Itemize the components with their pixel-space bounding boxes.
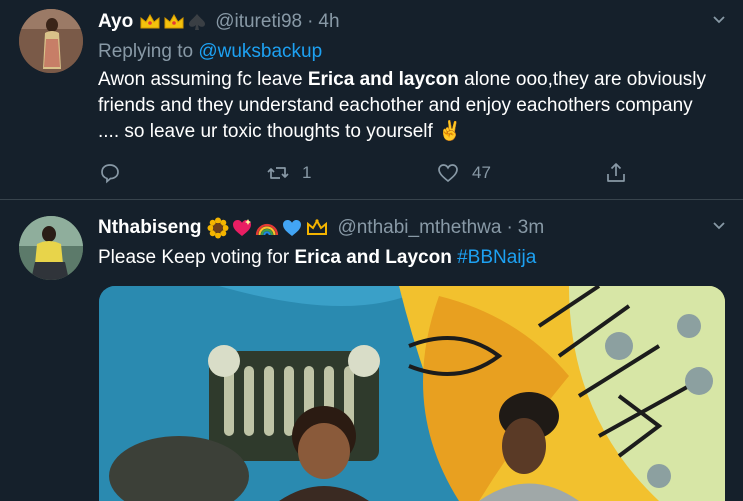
reply-button[interactable]: [98, 159, 122, 187]
chevron-down-icon[interactable]: [713, 14, 725, 26]
blue-heart-icon: [283, 220, 302, 236]
user-handle[interactable]: @itureti98: [215, 11, 302, 33]
sparkling-heart-icon: [233, 219, 252, 236]
crown-icon: [164, 13, 184, 29]
separator: ·: [506, 217, 513, 238]
crown-icon: [307, 218, 328, 235]
timestamp[interactable]: 3m: [518, 217, 544, 239]
replying-to: Replying to @wuksbackup: [98, 41, 322, 63]
avatar[interactable]: [19, 9, 83, 73]
user-handle[interactable]: @nthabi_mthethwa: [337, 217, 501, 239]
name-emoji: [139, 12, 207, 32]
tweet-text-part: Please Keep voting for: [98, 247, 295, 268]
chevron-down-icon[interactable]: [713, 220, 725, 232]
tweet[interactable]: Ayo @itureti98 · 4h Replying to @wuksbac…: [0, 0, 743, 200]
tweet[interactable]: Nthabiseng @nthabi_mthethwa · 3m Please …: [0, 200, 743, 501]
tweet-text-bold: Erica and Laycon: [294, 247, 452, 268]
avatar[interactable]: [19, 216, 83, 280]
retweet-icon: [267, 167, 289, 179]
spade-icon: [189, 14, 206, 30]
separator: ·: [307, 11, 314, 32]
tweet-text: Awon assuming fc leave Erica and laycon …: [98, 67, 718, 145]
tweet-text: Please Keep voting for Erica and Laycon …: [98, 245, 718, 271]
like-button[interactable]: 47: [436, 159, 491, 187]
mention-link[interactable]: @wuksbackup: [198, 41, 322, 62]
rainbow-icon: [256, 223, 279, 236]
tweet-header: Ayo @itureti98 · 4h: [98, 10, 340, 34]
sunflower-icon: [207, 217, 229, 239]
crown-icon: [140, 13, 160, 29]
tweet-text-part: Awon assuming fc leave: [98, 69, 308, 90]
like-count: 47: [472, 163, 491, 182]
retweet-count: 1: [302, 163, 312, 182]
share-button[interactable]: [604, 159, 628, 187]
heart-icon: [438, 164, 458, 183]
tweet-text-bold: Erica and laycon: [307, 69, 459, 90]
tweet-media-image[interactable]: [99, 286, 725, 501]
hashtag-link[interactable]: #BBNaija: [457, 247, 536, 268]
display-name[interactable]: Ayo: [98, 11, 133, 33]
reply-icon: [101, 164, 119, 184]
retweet-button[interactable]: 1: [266, 159, 311, 187]
display-name[interactable]: Nthabiseng: [98, 217, 201, 239]
share-icon: [607, 163, 625, 182]
name-emoji: [207, 217, 329, 239]
tweet-header: Nthabiseng @nthabi_mthethwa · 3m: [98, 216, 544, 240]
replying-label: Replying to: [98, 41, 194, 62]
tweet-actions: 1 47: [98, 159, 638, 187]
timestamp[interactable]: 4h: [318, 11, 339, 33]
